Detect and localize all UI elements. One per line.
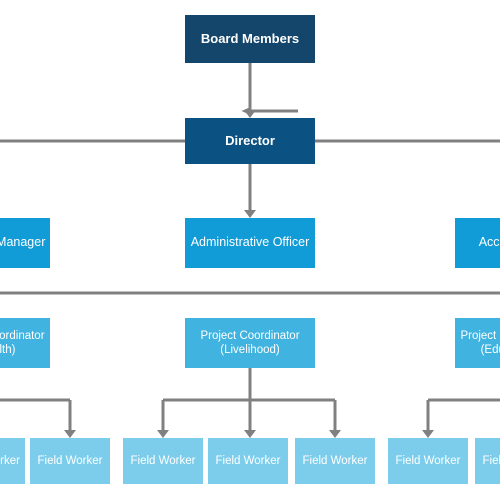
node-administrative-officer[interactable]: Administrative Officer xyxy=(185,218,315,268)
node-accountant[interactable]: Accountant xyxy=(455,218,500,268)
node-board-members[interactable]: Board Members xyxy=(185,15,315,63)
node-field-worker-5[interactable]: Field Worker xyxy=(295,438,375,484)
org-chart: Board Members Director Program Manager A… xyxy=(0,0,500,500)
arrowhead-administrative-officer xyxy=(244,210,256,218)
node-field-worker-4[interactable]: Field Worker xyxy=(208,438,288,484)
arrowhead-field-worker-3 xyxy=(157,430,169,438)
node-program-manager[interactable]: Program Manager xyxy=(0,218,50,268)
node-field-worker-7[interactable]: Field Worker xyxy=(475,438,500,484)
node-director[interactable]: Director xyxy=(185,118,315,164)
node-project-coordinator-livelihood[interactable]: Project Coordinator (Livelihood) xyxy=(185,318,315,368)
arrowhead-field-worker-4 xyxy=(244,430,256,438)
arrowhead-field-worker-2 xyxy=(64,430,76,438)
arrowhead-director xyxy=(244,110,256,118)
arrowhead-field-worker-6 xyxy=(422,430,434,438)
node-project-coordinator-education[interactable]: Project Coordinator (Education) xyxy=(455,318,500,368)
node-field-worker-3[interactable]: Field Worker xyxy=(123,438,203,484)
arrowhead-field-worker-5 xyxy=(329,430,341,438)
node-field-worker-2[interactable]: Field Worker xyxy=(30,438,110,484)
node-project-coordinator-health[interactable]: Project Coordinator (Health) xyxy=(0,318,50,368)
node-field-worker-1[interactable]: Field Worker xyxy=(0,438,25,484)
node-field-worker-6[interactable]: Field Worker xyxy=(388,438,468,484)
